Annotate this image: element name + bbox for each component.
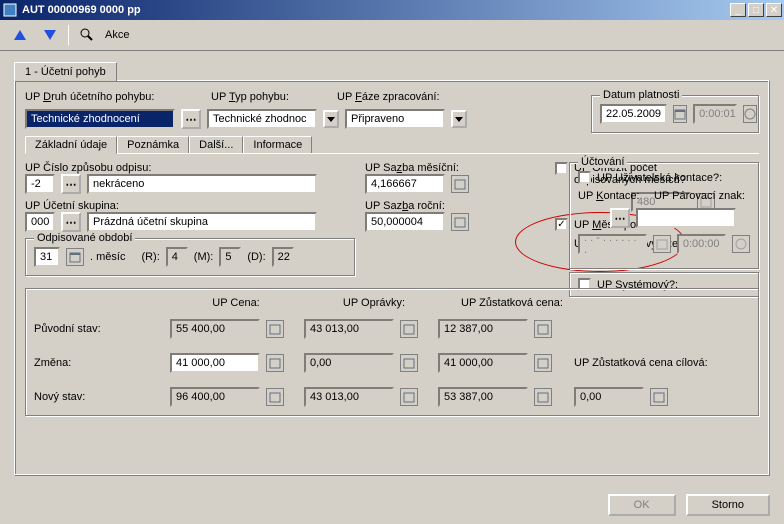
typ-label: UP Typ pohybu: [211, 91, 289, 103]
obdobi-cal-icon[interactable] [66, 248, 84, 266]
cilova-field: 0,00 [574, 387, 644, 407]
parov-label: UP Párovací znak: [654, 190, 745, 202]
zustat-header: UP Zůstatková cena: [446, 297, 578, 309]
user-kontace-label: UP Uživatelská kontace?: [597, 172, 722, 184]
opravky-header: UP Oprávky: [308, 297, 440, 309]
dash-icon [653, 235, 671, 253]
cislo-field[interactable]: -2 [25, 174, 55, 194]
time2-field: 0:00:00 [677, 234, 726, 254]
obdobi-d-lbl: (D): [247, 251, 265, 263]
obdobi-d: 22 [272, 247, 294, 267]
subtab-poznamka[interactable]: Poznámka [117, 136, 189, 154]
storno-button[interactable]: Storno [686, 494, 770, 516]
cal-icon[interactable] [534, 354, 552, 372]
time-icon[interactable] [743, 105, 757, 123]
ok-button: OK [608, 494, 676, 516]
skupina-field[interactable]: 000 [25, 212, 55, 232]
dash-field: . . - . . . . . . . [578, 234, 647, 254]
omezit-checkbox[interactable] [555, 162, 568, 175]
cislo-text-field[interactable]: nekráceno [87, 174, 317, 194]
puvodni-label: Původní stav: [34, 323, 164, 335]
time2-icon [732, 235, 750, 253]
datum-field[interactable]: 22.05.2009 [600, 104, 667, 124]
typ-field[interactable]: Technické zhodnoc [207, 109, 317, 129]
close-button[interactable]: ✕ [766, 3, 782, 17]
druh-label: UP Druh účetního pohybu: [25, 91, 154, 103]
skupina-text-field[interactable]: Prázdná účetní skupina [87, 212, 317, 232]
druh-field[interactable]: Technické zhodnocení [25, 109, 175, 129]
akce-label[interactable]: Akce [105, 29, 129, 41]
mesic-checkbox[interactable] [555, 218, 568, 231]
cena-header: UP Cena: [170, 297, 302, 309]
cal-icon[interactable] [534, 320, 552, 338]
subtab-dalsi[interactable]: Další... [189, 136, 243, 154]
z-cena[interactable]: 41 000,00 [170, 353, 260, 373]
next-button[interactable] [38, 24, 62, 46]
parov-field[interactable] [636, 208, 736, 228]
toolbar: Akce [0, 20, 784, 51]
obdobi-title: Odpisované období [34, 232, 135, 244]
tab-ucetni-pohyb[interactable]: 1 - Účetní pohyb [14, 62, 117, 81]
user-kontace-checkbox[interactable] [578, 171, 591, 184]
skupina-picker[interactable]: ⋯ [61, 212, 81, 232]
cilova-label: UP Zůstatková cena cílová: [574, 357, 708, 369]
p-zust: 12 387,00 [438, 319, 528, 339]
druh-picker-button[interactable]: ⋯ [181, 109, 201, 129]
obdobi-r: 4 [166, 247, 188, 267]
cal-icon[interactable] [266, 388, 284, 406]
obdobi-m: 5 [219, 247, 241, 267]
z-zust: 41 000,00 [438, 353, 528, 373]
datum-group-label: Datum platnosti [600, 89, 682, 101]
cal-icon[interactable] [400, 388, 418, 406]
sazba-m-field[interactable]: 4,166667 [365, 174, 445, 194]
minimize-button[interactable]: _ [730, 3, 746, 17]
obdobi-mesic-lbl: . měsíc [90, 251, 125, 263]
maximize-button[interactable]: □ [748, 3, 764, 17]
cal-icon[interactable] [400, 320, 418, 338]
cal-icon[interactable] [266, 354, 284, 372]
cislo-label: UP Číslo způsobu odpisu: [25, 162, 151, 174]
p-opr: 43 013,00 [304, 319, 394, 339]
skupina-label: UP Účetní skupina: [25, 200, 119, 212]
sazba-r-label: UP Sazba roční: [365, 200, 445, 212]
n-zust: 53 387,00 [438, 387, 528, 407]
titlebar: AUT 00000969 0000 pp _ □ ✕ [0, 0, 784, 20]
obdobi-r-lbl: (R): [141, 251, 159, 263]
action-icon[interactable] [75, 24, 99, 46]
sazba-r-icon[interactable] [451, 213, 469, 231]
kontace-picker[interactable]: ⋯ [610, 208, 630, 228]
p-cena: 55 400,00 [170, 319, 260, 339]
subtab-zakladni[interactable]: Základní údaje [25, 136, 117, 154]
sazba-m-label: UP Sazba měsíční: [365, 162, 459, 174]
time-field: 0:00:01 [693, 104, 737, 124]
prev-button[interactable] [8, 24, 32, 46]
obdobi-m-lbl: (M): [194, 251, 214, 263]
novy-label: Nový stav: [34, 391, 164, 403]
zmena-label: Změna: [34, 357, 164, 369]
obdobi-mesic[interactable]: 31 [34, 247, 60, 267]
cal-icon[interactable] [266, 320, 284, 338]
faze-dropdown[interactable] [451, 110, 467, 128]
typ-dropdown[interactable] [323, 110, 339, 128]
cal-icon[interactable] [400, 354, 418, 372]
n-cena: 96 400,00 [170, 387, 260, 407]
faze-label: UP Fáze zpracování: [337, 91, 440, 103]
main-panel: UP Druh účetního pohybu: UP Typ pohybu: … [14, 80, 770, 476]
cal-icon[interactable] [650, 388, 668, 406]
cislo-picker[interactable]: ⋯ [61, 174, 81, 194]
uctovani-title: Účtování [578, 156, 627, 168]
z-opr: 0,00 [304, 353, 394, 373]
calendar-icon[interactable] [673, 105, 687, 123]
subtab-informace[interactable]: Informace [243, 136, 312, 154]
cal-icon[interactable] [534, 388, 552, 406]
n-opr: 43 013,00 [304, 387, 394, 407]
sazba-m-icon[interactable] [451, 175, 469, 193]
sazba-r-field[interactable]: 50,000004 [365, 212, 445, 232]
window-title: AUT 00000969 0000 pp [22, 4, 730, 16]
app-icon [2, 2, 18, 18]
kontace-label: UP Kontace: [578, 190, 640, 202]
faze-field[interactable]: Připraveno [345, 109, 445, 129]
